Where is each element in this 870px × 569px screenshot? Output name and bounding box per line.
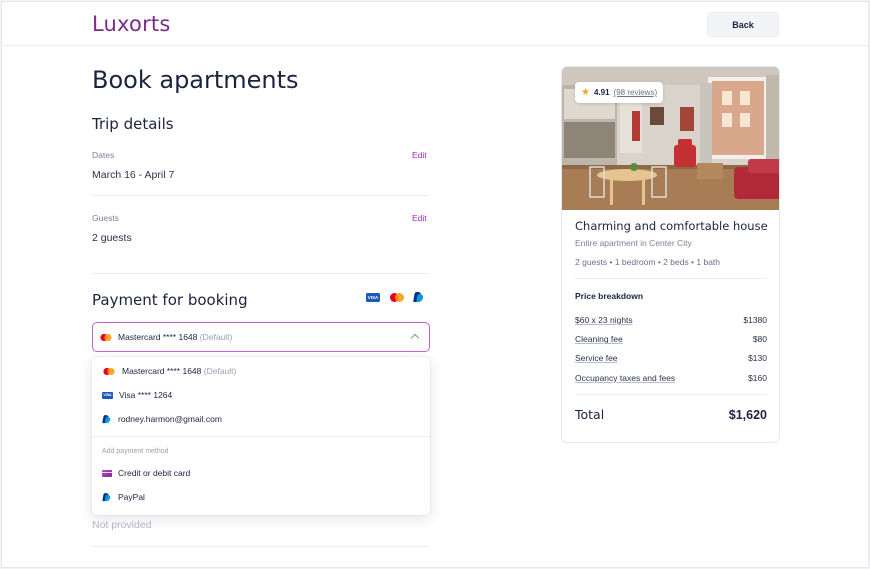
app-window: Luxorts Back Book apartments Trip detail… [1, 1, 869, 568]
edit-guests-link[interactable]: Edit [412, 213, 427, 223]
price-line-label[interactable]: Cleaning fee [575, 334, 623, 344]
add-paypal-option[interactable]: PayPal [102, 489, 420, 505]
option-label: rodney.harmon@gmail.com [118, 414, 222, 424]
price-line-amount: $80 [752, 334, 767, 344]
add-credit-card-option[interactable]: Credit or debit card [102, 465, 420, 481]
divider [92, 273, 429, 274]
mastercard-icon [103, 367, 115, 375]
divider [92, 546, 429, 547]
selected-payment-name: Mastercard **** 1648 [118, 332, 198, 342]
visa-icon: VISA [366, 293, 380, 302]
credit-card-icon [102, 469, 112, 477]
total-label: Total [575, 407, 605, 422]
divider [92, 195, 429, 196]
chevron-up-icon [410, 333, 420, 343]
top-header: Luxorts Back [2, 2, 868, 46]
divider [575, 394, 767, 395]
paypal-icon [103, 415, 111, 424]
logo[interactable]: Luxorts [92, 12, 170, 36]
payment-option-mastercard[interactable]: Mastercard **** 1648 (Default) [102, 363, 420, 379]
payment-option-paypal-account[interactable]: rodney.harmon@gmail.com [102, 411, 420, 427]
option-label: PayPal [118, 492, 145, 502]
option-label: Mastercard **** 1648 [122, 366, 202, 376]
payment-option-visa[interactable]: VISA Visa **** 1264 [102, 387, 420, 403]
visa-icon: VISA [102, 391, 113, 399]
mastercard-icon [390, 293, 404, 302]
divider [92, 436, 430, 437]
guests-label: Guests [92, 213, 119, 223]
accepted-cards: VISA [366, 292, 424, 303]
paypal-icon [414, 292, 424, 303]
trip-details-title: Trip details [92, 115, 174, 133]
guests-value: 2 guests [92, 232, 132, 244]
listing-card: ★ 4.91 (98 reviews) Charming and comfort… [561, 66, 780, 443]
mastercard-icon [100, 333, 112, 341]
reviews-link[interactable]: (98 reviews) [614, 88, 658, 97]
rating-value: 4.91 [593, 88, 610, 97]
listing-title: Charming and comfortable house [575, 219, 768, 233]
page-title: Book apartments [92, 66, 299, 94]
dates-value: March 16 - April 7 [92, 169, 175, 181]
payment-method-select[interactable]: Mastercard **** 1648 (Default) [92, 322, 430, 352]
payment-dropdown: Mastercard **** 1648 (Default) VISA Visa… [92, 357, 430, 515]
not-provided-value: Not provided [92, 519, 152, 531]
option-label: Credit or debit card [118, 468, 191, 478]
back-button[interactable]: Back [707, 12, 779, 37]
price-line: Cleaning fee $80 [575, 334, 767, 344]
price-breakdown-title: Price breakdown [575, 291, 644, 301]
selected-payment-tag: (Default) [199, 332, 233, 342]
price-line: Occupancy taxes and fees $160 [575, 373, 767, 383]
price-line-label[interactable]: Service fee [575, 353, 618, 363]
price-line-amount: $1380 [743, 315, 767, 325]
price-line-label[interactable]: Occupancy taxes and fees [575, 373, 675, 383]
rating-badge: ★ 4.91 (98 reviews) [575, 82, 664, 103]
price-line-amount: $130 [748, 353, 767, 363]
listing-subtitle: Entire apartment in Center City [575, 238, 692, 248]
price-line: Service fee $130 [575, 353, 767, 363]
payment-title: Payment for booking [92, 291, 248, 309]
edit-dates-link[interactable]: Edit [412, 150, 427, 160]
listing-meta: 2 guests • 1 bedroom • 2 beds • 1 bath [575, 257, 721, 267]
dates-label: Dates [92, 150, 115, 160]
divider [575, 278, 767, 279]
paypal-icon [103, 493, 111, 502]
selected-payment: Mastercard **** 1648 (Default) [118, 332, 232, 342]
total-row: Total $1,620 [575, 407, 767, 422]
price-line: $60 x 23 nights $1380 [575, 315, 767, 325]
total-amount: $1,620 [728, 408, 767, 422]
price-line-amount: $160 [748, 373, 767, 383]
star-icon: ★ [581, 86, 590, 98]
option-tag: (Default) [203, 366, 237, 376]
option-label: Visa **** 1264 [119, 390, 173, 400]
price-line-label[interactable]: $60 x 23 nights [575, 315, 633, 325]
add-payment-group-label: Add payment method [102, 448, 169, 455]
